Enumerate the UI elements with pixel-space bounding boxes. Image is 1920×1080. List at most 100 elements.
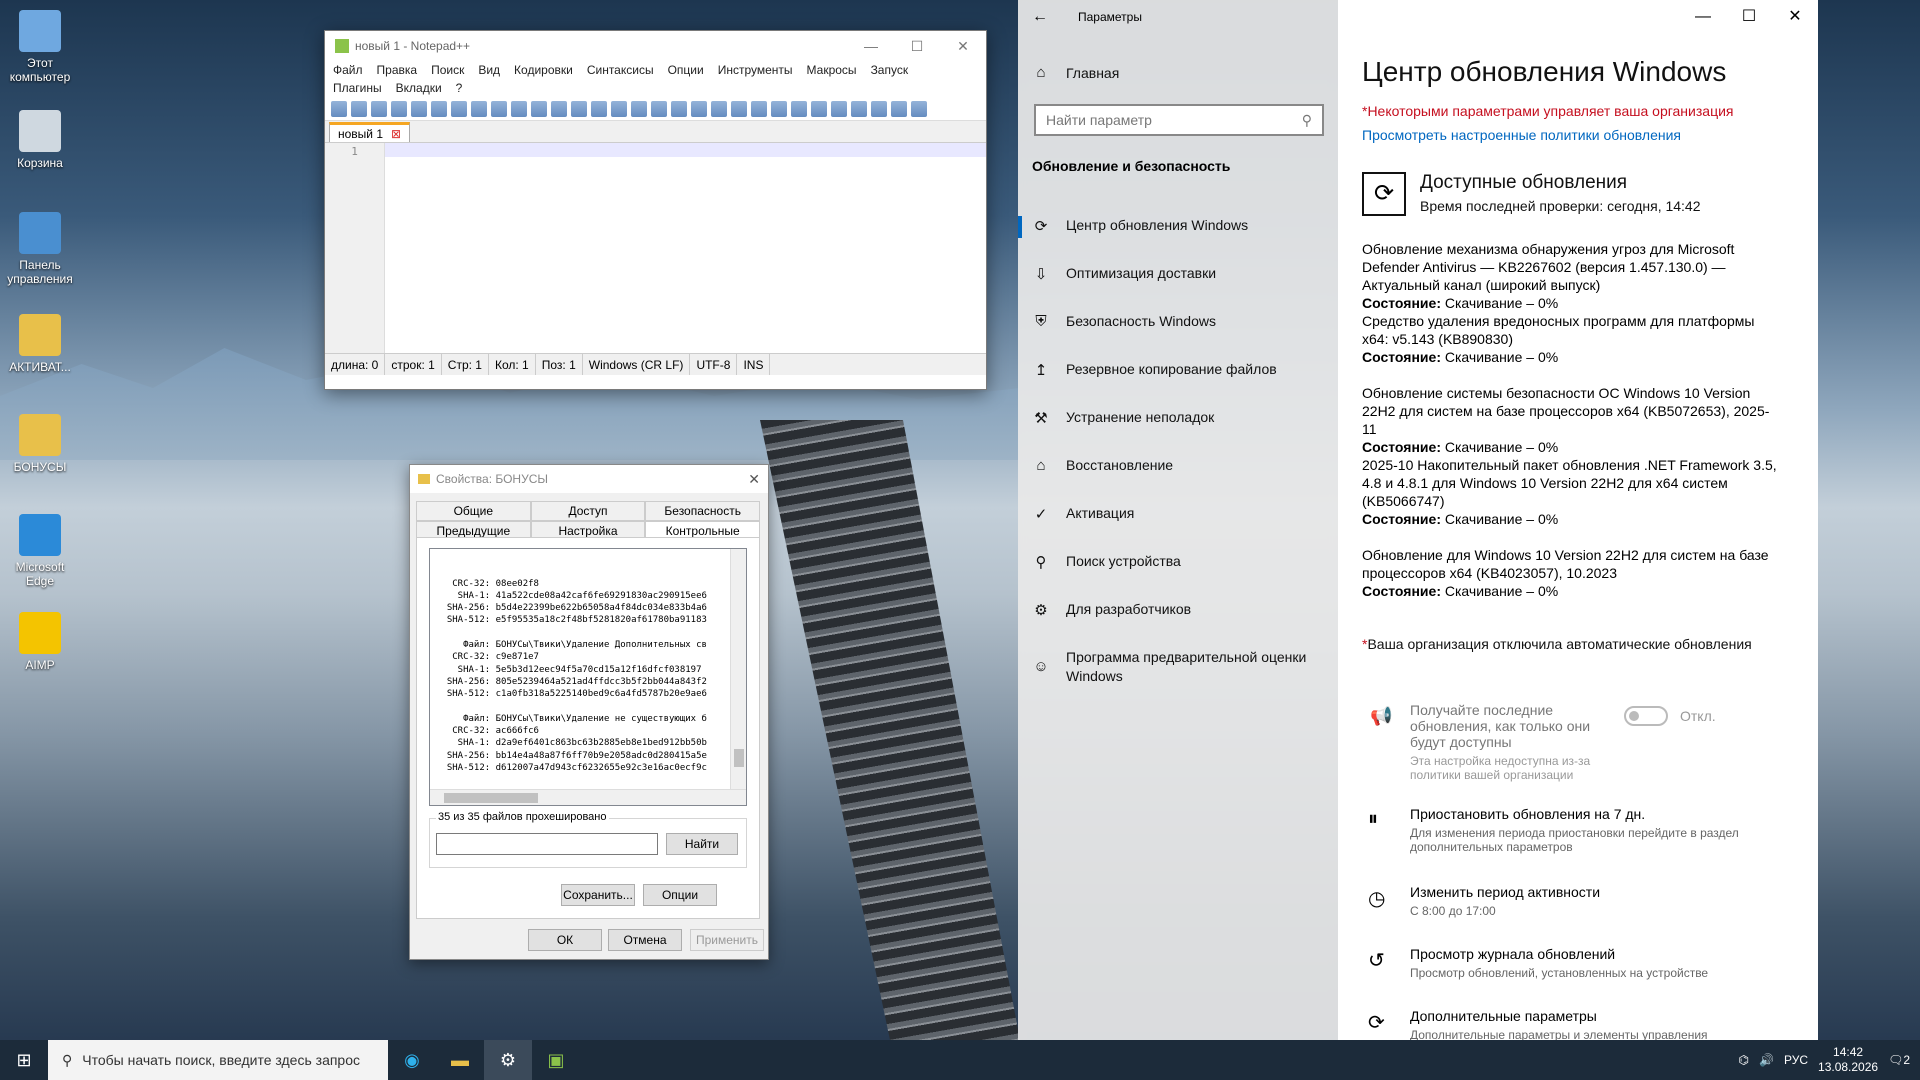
toolbar-button-icon[interactable]: [791, 100, 807, 117]
menu-item[interactable]: Макросы: [807, 63, 857, 77]
ok-button[interactable]: ОК: [528, 929, 602, 951]
notification-icon[interactable]: 🗨2: [1888, 1053, 1910, 1067]
close-icon[interactable]: ✕: [1772, 0, 1818, 34]
policy-link[interactable]: Просмотреть настроенные политики обновле…: [1362, 127, 1681, 143]
toolbar-button-icon[interactable]: [351, 100, 367, 117]
hash-output[interactable]: CRC-32: 08ee02f8 SHA-1: 41a522cde08a42ca…: [429, 548, 747, 806]
toolbar-button-icon[interactable]: [831, 100, 847, 117]
taskbar-search[interactable]: ⚲ Чтобы начать поиск, введите здесь запро…: [48, 1040, 388, 1080]
toolbar-button-icon[interactable]: [691, 100, 707, 117]
toolbar-button-icon[interactable]: [651, 100, 667, 117]
edge-icon[interactable]: ◉: [388, 1040, 436, 1080]
toolbar-button-icon[interactable]: [751, 100, 767, 117]
toolbar-button-icon[interactable]: [871, 100, 887, 117]
options-button[interactable]: Опции: [643, 884, 717, 906]
toolbar-button-icon[interactable]: [671, 100, 687, 117]
toolbar-button-icon[interactable]: [371, 100, 387, 117]
settings-nav-item[interactable]: ⇩ Оптимизация доставки: [1032, 264, 1332, 283]
cancel-button[interactable]: Отмена: [608, 929, 682, 951]
toolbar-button-icon[interactable]: [811, 100, 827, 117]
update-option[interactable]: ↺ Просмотр журнала обновлений Просмотр обн…: [1362, 946, 1802, 1008]
minimize-icon[interactable]: —: [1680, 0, 1726, 34]
minimize-icon[interactable]: —: [848, 38, 894, 55]
menu-item[interactable]: Синтаксисы: [587, 63, 654, 77]
back-arrow-icon[interactable]: ←: [1032, 8, 1048, 26]
toolbar-button-icon[interactable]: [491, 100, 507, 117]
dialog-titlebar[interactable]: Свойства: БОНУСЫ ✕: [410, 465, 768, 493]
menu-item[interactable]: Файл: [333, 63, 363, 77]
desktop-icon[interactable]: Этот компьютер: [0, 10, 80, 84]
settings-nav-item[interactable]: ⟳ Центр обновления Windows: [1032, 216, 1332, 235]
toolbar-button-icon[interactable]: [611, 100, 627, 117]
menu-item[interactable]: ?: [456, 81, 463, 95]
close-icon[interactable]: ✕: [748, 471, 760, 488]
menu-item[interactable]: Инструменты: [718, 63, 793, 77]
toolbar-button-icon[interactable]: [731, 100, 747, 117]
desktop-icon[interactable]: Панель управления: [0, 212, 80, 286]
update-option[interactable]: ⏸ Приостановить обновления на 7 дн. Для из…: [1362, 806, 1802, 884]
toolbar-button-icon[interactable]: [771, 100, 787, 117]
menu-item[interactable]: Кодировки: [514, 63, 573, 77]
toolbar-button-icon[interactable]: [891, 100, 907, 117]
toolbar-button-icon[interactable]: [631, 100, 647, 117]
settings-nav-item[interactable]: ⚙ Для разработчиков: [1032, 600, 1332, 619]
language-indicator[interactable]: РУС: [1784, 1053, 1808, 1067]
tab-item[interactable]: Безопасность: [645, 501, 761, 521]
desktop-icon[interactable]: AIMP: [0, 612, 80, 672]
toolbar-button-icon[interactable]: [431, 100, 447, 117]
menu-item[interactable]: Вид: [478, 63, 500, 77]
toolbar-button-icon[interactable]: [591, 100, 607, 117]
settings-nav-item[interactable]: ✓ Активация: [1032, 504, 1332, 523]
tab-item[interactable]: Доступ: [530, 501, 646, 521]
settings-nav-item[interactable]: ⚲ Поиск устройства: [1032, 552, 1332, 571]
close-icon[interactable]: ✕: [940, 38, 986, 55]
tab-item[interactable]: Общие: [416, 501, 531, 521]
network-icon[interactable]: ⌬: [1739, 1053, 1749, 1067]
notepad-titlebar[interactable]: новый 1 - Notepad++ — ☐ ✕: [325, 31, 986, 61]
clock[interactable]: 14:42 13.08.2026: [1818, 1045, 1878, 1075]
settings-search-input[interactable]: Найти параметр ⚲: [1034, 104, 1324, 136]
toolbar-button-icon[interactable]: [551, 100, 567, 117]
desktop-icon[interactable]: БОНУСЫ: [0, 414, 80, 474]
desktop-icon[interactable]: Microsoft Edge: [0, 514, 80, 588]
notepadpp-icon[interactable]: ▣: [532, 1040, 580, 1080]
settings-nav-item[interactable]: ⌂ Восстановление: [1032, 456, 1332, 475]
maximize-icon[interactable]: ☐: [894, 38, 940, 55]
find-button[interactable]: Найти: [666, 833, 738, 855]
windows-start-icon[interactable]: ⊞: [0, 1040, 48, 1080]
toolbar-button-icon[interactable]: [511, 100, 527, 117]
apply-button[interactable]: Применить: [690, 929, 764, 951]
settings-nav-item[interactable]: ↥ Резервное копирование файлов: [1032, 360, 1332, 379]
toolbar-button-icon[interactable]: [711, 100, 727, 117]
notepad-editor[interactable]: 1: [325, 143, 986, 353]
hash-search-input[interactable]: [436, 833, 658, 855]
menu-item[interactable]: Плагины: [333, 81, 382, 95]
maximize-icon[interactable]: ☐: [1726, 0, 1772, 34]
close-tab-icon[interactable]: ⊠: [391, 127, 401, 141]
menu-item[interactable]: Вкладки: [396, 81, 442, 95]
horizontal-scrollbar[interactable]: [430, 789, 746, 805]
settings-icon[interactable]: ⚙: [484, 1040, 532, 1080]
tab-new1[interactable]: новый 1 ⊠: [329, 122, 411, 142]
desktop-icon[interactable]: Корзина: [0, 110, 80, 170]
menu-item[interactable]: Запуск: [871, 63, 909, 77]
explorer-icon[interactable]: ▬: [436, 1040, 484, 1080]
toolbar-button-icon[interactable]: [911, 100, 927, 117]
toolbar-button-icon[interactable]: [451, 100, 467, 117]
toolbar-button-icon[interactable]: [411, 100, 427, 117]
toolbar-button-icon[interactable]: [851, 100, 867, 117]
settings-nav-item[interactable]: ⛨ Безопасность Windows: [1032, 312, 1332, 331]
toolbar-button-icon[interactable]: [471, 100, 487, 117]
vertical-scrollbar[interactable]: [730, 549, 746, 805]
toolbar-button-icon[interactable]: [391, 100, 407, 117]
desktop-icon[interactable]: АКТИВАТ...: [0, 314, 80, 374]
toolbar-button-icon[interactable]: [331, 100, 347, 117]
toolbar-button-icon[interactable]: [531, 100, 547, 117]
menu-item[interactable]: Опции: [668, 63, 704, 77]
update-option[interactable]: ◷ Изменить период активности С 8:00 до 17:…: [1362, 884, 1802, 946]
menu-item[interactable]: Правка: [377, 63, 418, 77]
toolbar-button-icon[interactable]: [571, 100, 587, 117]
latest-toggle[interactable]: [1624, 706, 1668, 726]
menu-item[interactable]: Поиск: [431, 63, 464, 77]
settings-nav-item[interactable]: ⚒ Устранение неполадок: [1032, 408, 1332, 427]
